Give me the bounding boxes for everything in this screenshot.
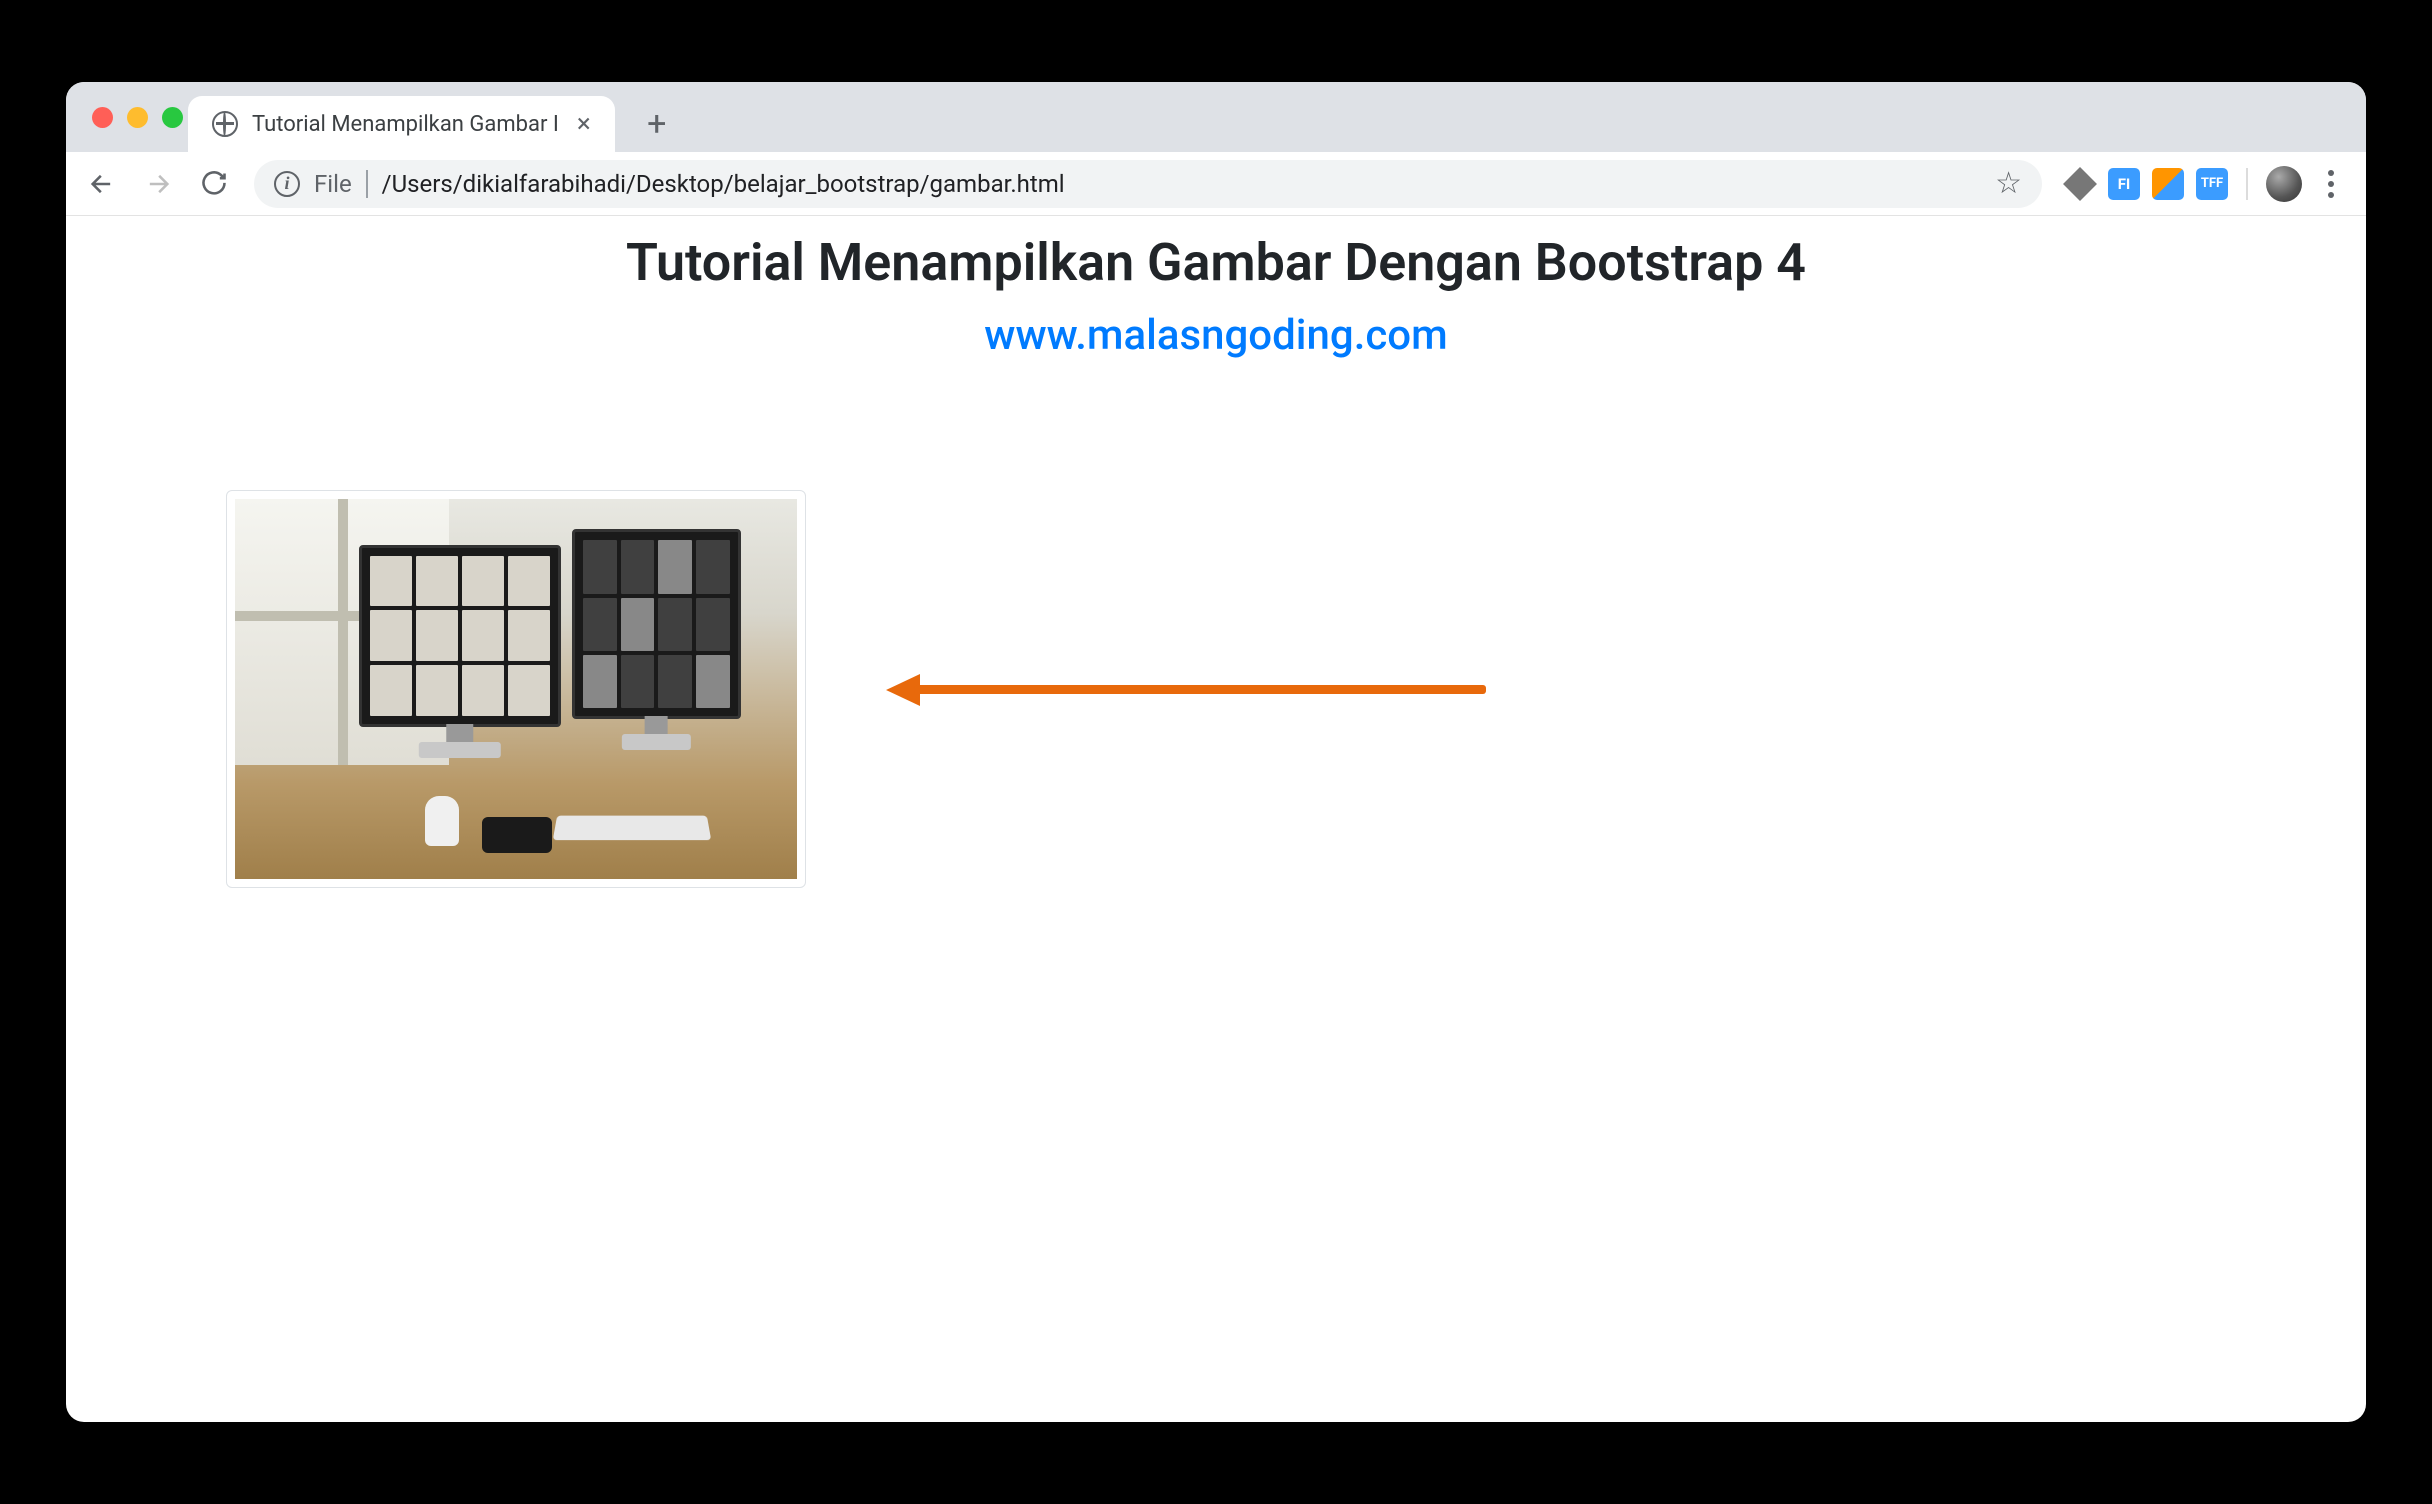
profile-avatar[interactable]: [2266, 166, 2302, 202]
extension-tff-icon[interactable]: TFF: [2196, 168, 2228, 200]
browser-window: Tutorial Menampilkan Gambar I × + i File…: [66, 82, 2366, 1422]
arrow-right-icon: [144, 170, 172, 198]
content-row: [66, 490, 2366, 888]
forward-button[interactable]: [134, 160, 182, 208]
close-window-button[interactable]: [92, 107, 113, 128]
toolbar: i File /Users/dikialfarabihadi/Desktop/b…: [66, 152, 2366, 216]
window-controls: [92, 107, 183, 128]
back-button[interactable]: [78, 160, 126, 208]
toolbar-separator: [2246, 168, 2248, 200]
address-prefix: File: [314, 170, 368, 198]
address-path: /Users/dikialfarabihadi/Desktop/belajar_…: [382, 170, 1065, 198]
address-bar[interactable]: i File /Users/dikialfarabihadi/Desktop/b…: [254, 160, 2042, 208]
extension-ns-icon[interactable]: [2152, 168, 2184, 200]
reload-icon: [200, 170, 228, 198]
browser-menu-button[interactable]: [2314, 162, 2348, 206]
close-tab-button[interactable]: ×: [573, 111, 595, 137]
extension-icons: FI TFF: [2058, 162, 2354, 206]
site-info-icon[interactable]: i: [274, 171, 300, 197]
bookmark-star-icon[interactable]: ☆: [1995, 166, 2022, 201]
extension-diamond-icon[interactable]: [2064, 168, 2096, 200]
arrow-line: [914, 685, 1486, 694]
maximize-window-button[interactable]: [162, 107, 183, 128]
page-title: Tutorial Menampilkan Gambar Dengan Boots…: [66, 232, 2366, 293]
arrow-annotation: [886, 674, 1486, 704]
image-desk-monitors: [235, 499, 797, 879]
extension-fi-icon[interactable]: FI: [2108, 168, 2140, 200]
thumbnail-image: [226, 490, 806, 888]
tab-title: Tutorial Menampilkan Gambar I: [252, 112, 559, 137]
reload-button[interactable]: [190, 160, 238, 208]
browser-tab[interactable]: Tutorial Menampilkan Gambar I ×: [188, 96, 615, 152]
minimize-window-button[interactable]: [127, 107, 148, 128]
tab-bar: Tutorial Menampilkan Gambar I × +: [66, 82, 2366, 152]
page-content: Tutorial Menampilkan Gambar Dengan Boots…: [66, 216, 2366, 1422]
arrow-left-icon: [88, 170, 116, 198]
page-subtitle-link[interactable]: www.malasngoding.com: [66, 311, 2366, 360]
globe-icon: [212, 111, 238, 137]
new-tab-button[interactable]: +: [633, 100, 681, 148]
